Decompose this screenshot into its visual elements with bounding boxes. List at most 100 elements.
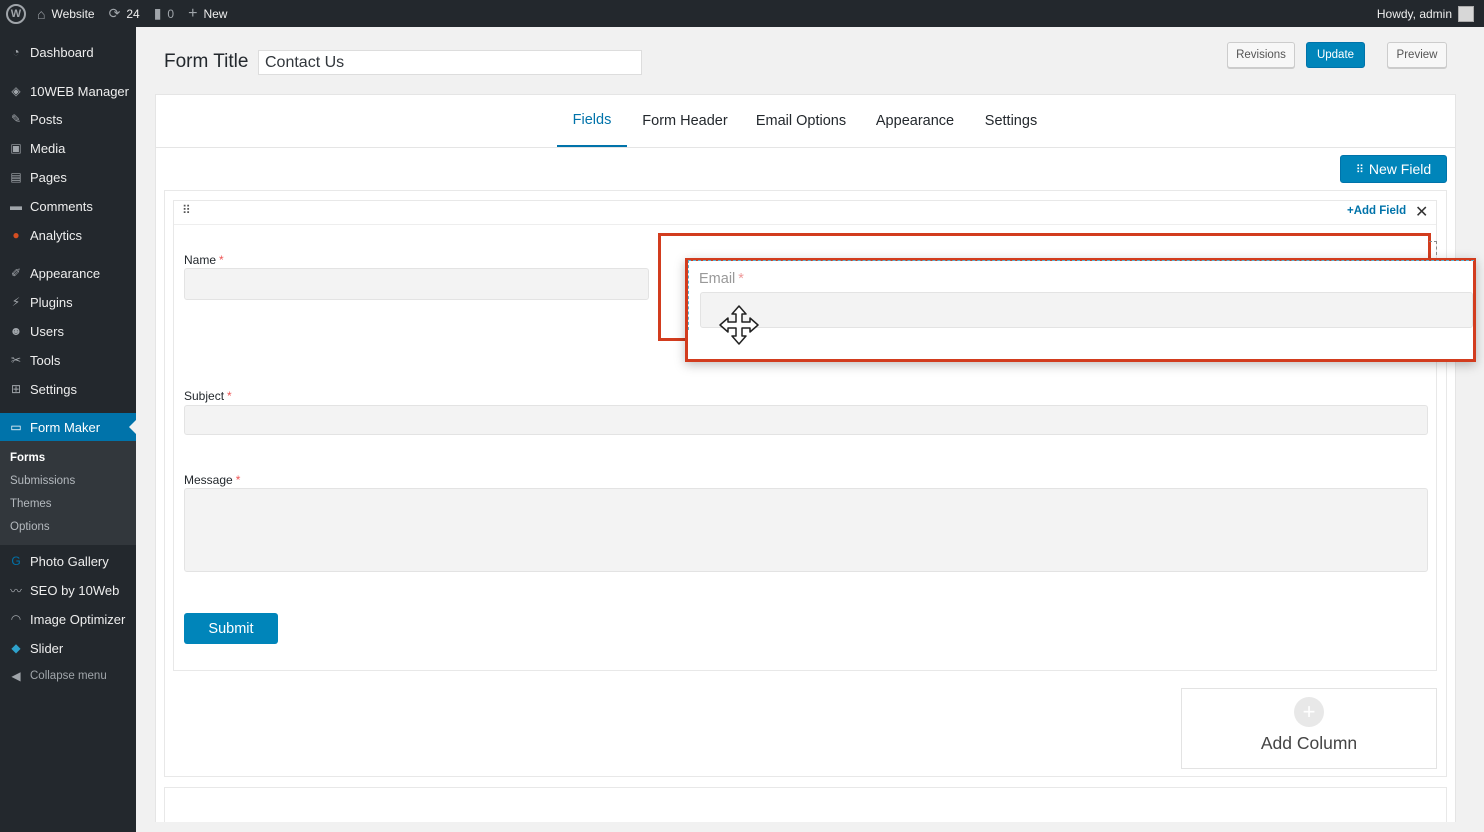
slider-icon: ◆ [11, 641, 21, 655]
update-button[interactable]: Update [1306, 42, 1365, 68]
submenu-item-submissions[interactable]: Submissions [10, 475, 75, 487]
email-field-label: Email * [699, 271, 744, 287]
brush-icon: ✐ [10, 266, 22, 280]
sidebar-item-tools[interactable]: ✂ Tools [0, 346, 136, 374]
new-content-label: New [203, 6, 228, 21]
drop-placeholder-corner [1429, 241, 1437, 255]
subject-label-text: Subject [184, 389, 225, 403]
sidebar-item-label: Appearance [30, 265, 101, 281]
message-field-label: Message * [184, 473, 240, 487]
sidebar-item-label: Posts [30, 111, 63, 127]
diamond-icon: ◈ [11, 84, 21, 98]
submenu-item-themes[interactable]: Themes [10, 498, 52, 510]
user-icon: ☻ [9, 324, 23, 338]
sidebar-item-label: Settings [30, 381, 77, 397]
refresh-icon: ⟳ [108, 5, 121, 21]
wrench-icon: ✂ [10, 353, 22, 367]
sidebar-item-form-maker[interactable]: ▭ Form Maker [0, 413, 136, 441]
sidebar-item-label: 10WEB Manager [30, 83, 129, 99]
sidebar-item-seo[interactable]: 〰 SEO by 10Web [0, 576, 136, 604]
updates-link[interactable]: ⟳ 24 [102, 0, 147, 27]
message-label-text: Message [184, 473, 233, 487]
submit-button[interactable]: Submit [184, 613, 278, 644]
seo-icon: 〰 [9, 583, 22, 598]
sidebar-item-media[interactable]: ▣ Media [0, 134, 136, 162]
tab-fields[interactable]: Fields [557, 94, 627, 147]
required-marker: * [738, 271, 744, 287]
sidebar-item-label: Image Optimizer [30, 611, 126, 627]
admin-bar: W ⌂ Website ⟳ 24 ▮ 0 + New Howdy, admin [0, 0, 1484, 27]
home-icon: ⌂ [37, 5, 46, 22]
submenu-item-forms[interactable]: Forms [10, 452, 45, 464]
sidebar-item-label: Plugins [30, 294, 73, 310]
name-input[interactable] [184, 268, 649, 300]
sidebar-item-label: Analytics [30, 227, 83, 243]
admin-sidebar: ◔ Dashboard ◈ 10WEB Manager ✎ Posts ▣ Media … [0, 27, 136, 832]
form-icon: ▭ [10, 420, 22, 434]
comments-link[interactable]: ▮ 0 [147, 0, 181, 27]
form-title-label: Form Title [164, 51, 249, 72]
add-column-plus-icon[interactable]: + [1294, 697, 1324, 727]
sidebar-item-comments[interactable]: ▬ Comments [0, 192, 136, 220]
message-textarea[interactable] [184, 488, 1428, 572]
form-title-input[interactable] [258, 50, 642, 75]
collapse-menu-button[interactable]: ◀ Collapse menu [0, 662, 136, 690]
site-name-label: Website [51, 6, 95, 21]
my-account-link[interactable]: Howdy, admin [1370, 0, 1484, 27]
add-column-label[interactable]: Add Column [1181, 733, 1437, 754]
sidebar-item-users[interactable]: ☻ Users [0, 317, 136, 345]
preview-button[interactable]: Preview [1387, 42, 1447, 68]
tab-settings[interactable]: Settings [976, 94, 1046, 147]
analytics-icon: ● [12, 228, 20, 242]
submenu-item-options[interactable]: Options [10, 521, 50, 533]
tab-appearance[interactable]: Appearance [868, 94, 962, 147]
row-header [174, 201, 1436, 225]
comments-count: 0 [167, 6, 175, 21]
sidebar-item-slider[interactable]: ◆ Slider [0, 634, 136, 662]
tab-form-header[interactable]: Form Header [635, 94, 735, 147]
drag-handle-icon[interactable]: ⠿ [182, 204, 191, 216]
sidebar-item-appearance[interactable]: ✐ Appearance [0, 259, 136, 287]
tab-email-options[interactable]: Email Options [748, 94, 854, 147]
subject-field-label: Subject * [184, 389, 232, 403]
dashboard-icon: ◔ [12, 45, 20, 59]
new-content-link[interactable]: + New [181, 0, 234, 27]
sidebar-item-settings[interactable]: ⊞ Settings [0, 375, 136, 403]
sidebar-item-label: Form Maker [30, 419, 101, 435]
subject-input[interactable] [184, 405, 1428, 435]
email-input[interactable] [700, 292, 1473, 328]
sidebar-item-posts[interactable]: ✎ Posts [0, 105, 136, 133]
move-cursor-icon [719, 305, 759, 345]
grid-dots-icon: ⠿ [1355, 163, 1364, 176]
sidebar-item-label: Dashboard [30, 44, 94, 60]
sidebar-item-analytics[interactable]: ● Analytics [0, 221, 136, 249]
sidebar-item-image-optimizer[interactable]: ◠ Image Optimizer [0, 605, 136, 633]
site-name-link[interactable]: ⌂ Website [30, 0, 102, 27]
email-label-text: Email [699, 271, 736, 287]
avatar [1458, 5, 1474, 22]
sidebar-item-label: Photo Gallery [30, 553, 109, 569]
add-field-link[interactable]: +Add Field [1347, 205, 1406, 217]
pin-icon: ✎ [10, 112, 22, 126]
wordpress-logo-icon[interactable]: W [6, 3, 26, 24]
sidebar-item-photo-gallery[interactable]: G Photo Gallery [0, 547, 136, 575]
pages-icon: ▤ [10, 170, 22, 184]
plug-icon: ⚡ [11, 295, 21, 309]
gauge-icon: ◠ [10, 612, 22, 626]
required-marker: * [235, 473, 241, 487]
media-icon: ▣ [10, 141, 22, 155]
sidebar-item-pages[interactable]: ▤ Pages [0, 163, 136, 191]
horizontal-scrollbar[interactable] [136, 822, 1484, 832]
sidebar-item-label: Tools [30, 352, 61, 368]
plus-icon: + [188, 4, 198, 22]
form-maker-submenu: Forms Submissions Themes Options [0, 441, 136, 545]
sidebar-item-dashboard[interactable]: ◔ Dashboard [0, 38, 136, 66]
sidebar-item-10web-manager[interactable]: ◈ 10WEB Manager [0, 77, 136, 105]
updates-count: 24 [126, 6, 140, 21]
revisions-button[interactable]: Revisions [1227, 42, 1295, 68]
new-field-button[interactable]: ⠿ New Field [1340, 155, 1447, 183]
name-label-text: Name [184, 253, 217, 267]
sidebar-item-plugins[interactable]: ⚡ Plugins [0, 288, 136, 316]
collapse-icon: ◀ [11, 669, 21, 683]
close-icon[interactable]: ✕ [1415, 202, 1428, 222]
